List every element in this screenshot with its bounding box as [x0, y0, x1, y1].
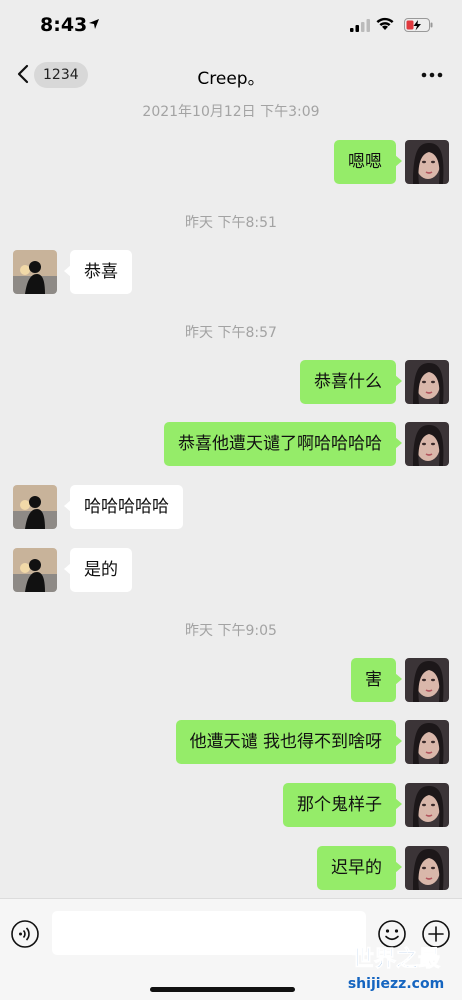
self-avatar[interactable] [405, 783, 449, 827]
contact-avatar[interactable] [13, 250, 57, 294]
chat-title: Creep。 [197, 69, 265, 89]
self-avatar[interactable] [405, 846, 449, 890]
watermark-url: shijiezz.com [348, 976, 444, 992]
message-bubble-outgoing[interactable]: 迟早的 [317, 846, 402, 890]
voice-icon[interactable] [10, 919, 40, 949]
self-avatar[interactable] [405, 140, 449, 184]
watermark-logo: 世界之最 shijiezz.com [348, 946, 444, 992]
message-bubble-outgoing[interactable]: 那个鬼样子 [283, 783, 402, 827]
message-bubble-outgoing[interactable]: 恭喜什么 [300, 360, 402, 404]
wifi-icon [376, 17, 394, 30]
more-dots-icon[interactable] [418, 64, 446, 86]
message-bubble-outgoing[interactable]: 害 [351, 658, 402, 702]
message-bubble-outgoing[interactable]: 恭喜他遭天谴了啊哈哈哈哈 [164, 422, 402, 466]
self-avatar[interactable] [405, 422, 449, 466]
message-bubble-incoming[interactable]: 恭喜 [64, 250, 132, 294]
self-avatar-image [405, 658, 449, 702]
self-avatar-image [405, 846, 449, 890]
timestamp: 昨天 下午8:51 [185, 215, 277, 231]
location-arrow-icon [89, 19, 99, 29]
message-bubble-incoming[interactable]: 是的 [64, 548, 132, 592]
self-avatar-image [405, 360, 449, 404]
self-avatar-image [405, 720, 449, 764]
self-avatar-image [405, 422, 449, 466]
self-avatar[interactable] [405, 360, 449, 404]
battery-charging-icon [404, 18, 433, 32]
watermark-title: 世界之最 [352, 946, 441, 972]
message-bubble-outgoing[interactable]: 他遭天谴 我也得不到啥呀 [175, 720, 403, 764]
self-avatar[interactable] [405, 720, 449, 764]
contact-avatar-image [13, 485, 57, 529]
self-avatar[interactable] [405, 658, 449, 702]
timestamp: 2021年10月12日 下午3:09 [142, 104, 320, 120]
timestamp: 昨天 下午8:57 [185, 325, 277, 341]
contact-avatar[interactable] [13, 485, 57, 529]
nav-bar: 1234 Creep。 [0, 50, 462, 98]
self-avatar-image [405, 140, 449, 184]
status-time: 8:43 [40, 14, 88, 36]
contact-avatar-image [13, 250, 57, 294]
status-bar: 8:43 [0, 0, 462, 50]
message-input[interactable] [52, 911, 366, 955]
contact-avatar-image [13, 548, 57, 592]
home-indicator [150, 987, 295, 992]
message-bubble-outgoing[interactable]: 嗯嗯 [334, 140, 402, 184]
cellular-signal-icon [350, 19, 370, 32]
contact-avatar[interactable] [13, 548, 57, 592]
self-avatar-image [405, 783, 449, 827]
message-bubble-incoming[interactable]: 哈哈哈哈哈 [64, 485, 183, 529]
timestamp: 昨天 下午9:05 [185, 623, 277, 639]
